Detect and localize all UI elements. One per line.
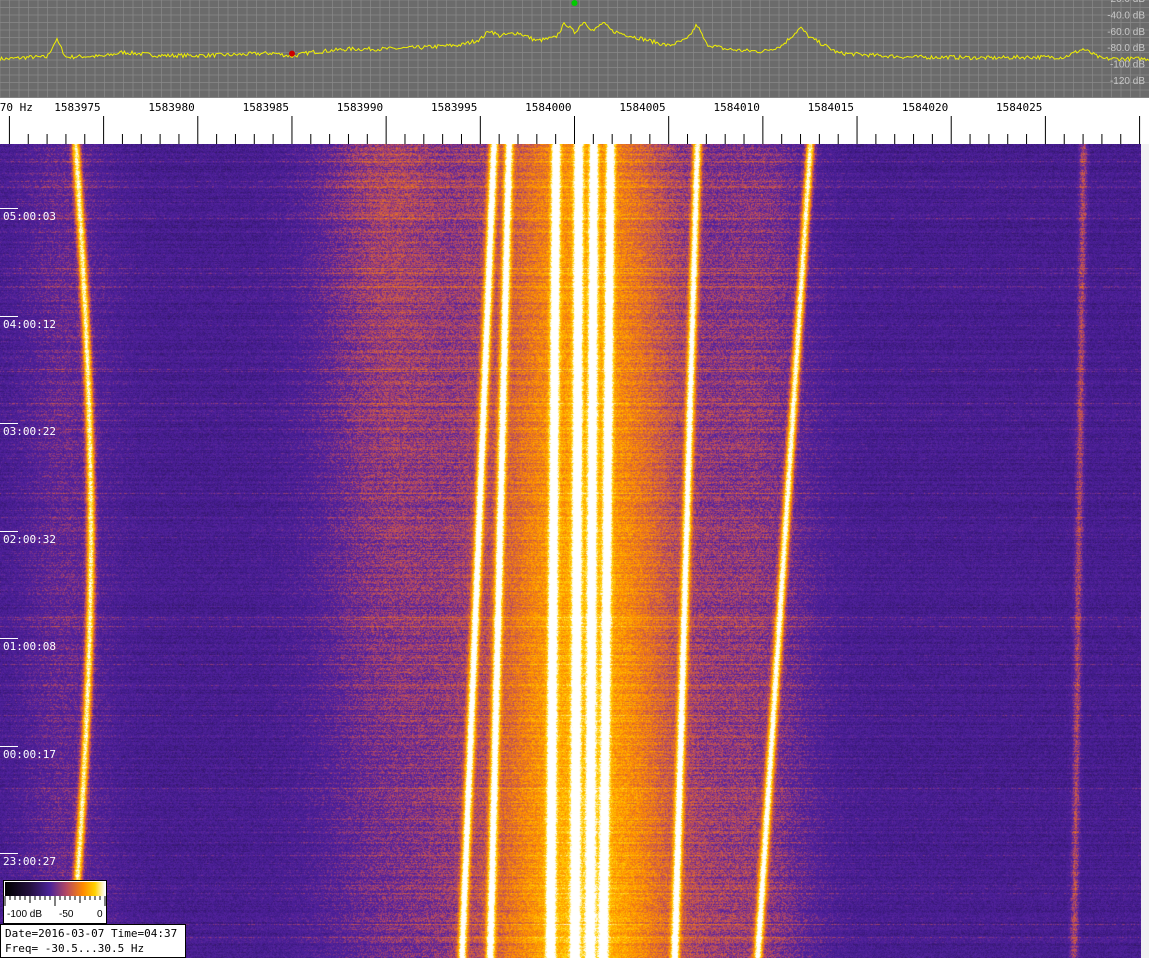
spectrum-ytick-label: -80.0 dB bbox=[1107, 43, 1145, 54]
time-tick bbox=[0, 530, 18, 532]
colorbar-legend: -100 dB -50 0 bbox=[3, 880, 107, 924]
frequency-tick-label: 1583985 bbox=[243, 101, 289, 114]
time-label: 01:00:08 bbox=[3, 640, 56, 653]
time-tick bbox=[0, 745, 18, 747]
frequency-tick-label: 1584010 bbox=[714, 101, 760, 114]
time-label: 23:00:27 bbox=[3, 855, 56, 868]
spectrum-ytick-label: -120 dB bbox=[1110, 76, 1145, 87]
frequency-tick-label: 83970 Hz bbox=[0, 101, 33, 114]
spectrum-plot: -20.0 dB -40.0 dB -60.0 dB -80.0 dB -100 dB -… bbox=[0, 0, 1149, 98]
spectrum-ytick-label: -20.0 dB bbox=[1107, 0, 1145, 5]
time-label: 05:00:03 bbox=[3, 210, 56, 223]
waterfall-heatmap bbox=[0, 144, 1149, 958]
frequency-tick-label: 1584020 bbox=[902, 101, 948, 114]
frequency-axis-svg: 83970 Hz 1583975 1583980 1583985 1583990 1583… bbox=[0, 101, 1141, 144]
frequency-tick-label: 1584000 bbox=[525, 101, 571, 114]
colorbar-min-label: -100 dB bbox=[7, 909, 43, 920]
spectrum-ytick-label: -100 dB bbox=[1110, 60, 1145, 71]
waterfall-scrollbar[interactable] bbox=[1141, 144, 1149, 958]
time-label: 03:00:22 bbox=[3, 425, 56, 438]
time-tick bbox=[0, 423, 18, 424]
info-date-time: Date=2016-03-07 Time=04:37 bbox=[5, 927, 178, 940]
frequency-tick-label: 1583980 bbox=[148, 101, 194, 114]
spectrum-ytick-label: -40.0 dB bbox=[1107, 11, 1145, 22]
time-tick bbox=[0, 638, 18, 639]
time-label: 02:00:32 bbox=[3, 532, 56, 546]
info-box: Date=2016-03-07 Time=04:37 Freq= -30.5..… bbox=[0, 924, 186, 958]
time-tick bbox=[0, 853, 18, 854]
colorbar-max-label: 0 bbox=[97, 909, 103, 920]
spectrum-ytick-label: -60.0 dB bbox=[1107, 27, 1145, 38]
time-label: 04:00:12 bbox=[3, 317, 56, 331]
frequency-tick-label: 1584015 bbox=[808, 101, 854, 114]
time-tick bbox=[0, 208, 18, 209]
frequency-tick-label: 1583995 bbox=[431, 101, 477, 114]
time-label: 00:00:17 bbox=[3, 747, 56, 761]
frequency-tick-label: 1584005 bbox=[619, 101, 665, 114]
spectrum-marker bbox=[288, 50, 295, 57]
frequency-tick-label: 1583975 bbox=[54, 101, 100, 114]
frequency-axis: 83970 Hz 1583975 1583980 1583985 1583990 1583… bbox=[0, 98, 1149, 144]
frequency-tick-label: 1584025 bbox=[996, 101, 1042, 114]
spectrum-panel: -20.0 dB -40.0 dB -60.0 dB -80.0 dB -100 dB -… bbox=[0, 0, 1149, 98]
time-tick bbox=[0, 315, 18, 317]
colorbar-gradient bbox=[5, 882, 105, 896]
spectrum-series-line bbox=[0, 21, 1149, 63]
colorbar-ticks bbox=[4, 896, 106, 906]
spectrum-marker bbox=[571, 0, 578, 6]
frequency-tick-label: 1583990 bbox=[337, 101, 383, 114]
colorbar-mid-label: -50 bbox=[59, 909, 74, 920]
info-frequency-range: Freq= -30.5...30.5 Hz bbox=[5, 942, 145, 955]
